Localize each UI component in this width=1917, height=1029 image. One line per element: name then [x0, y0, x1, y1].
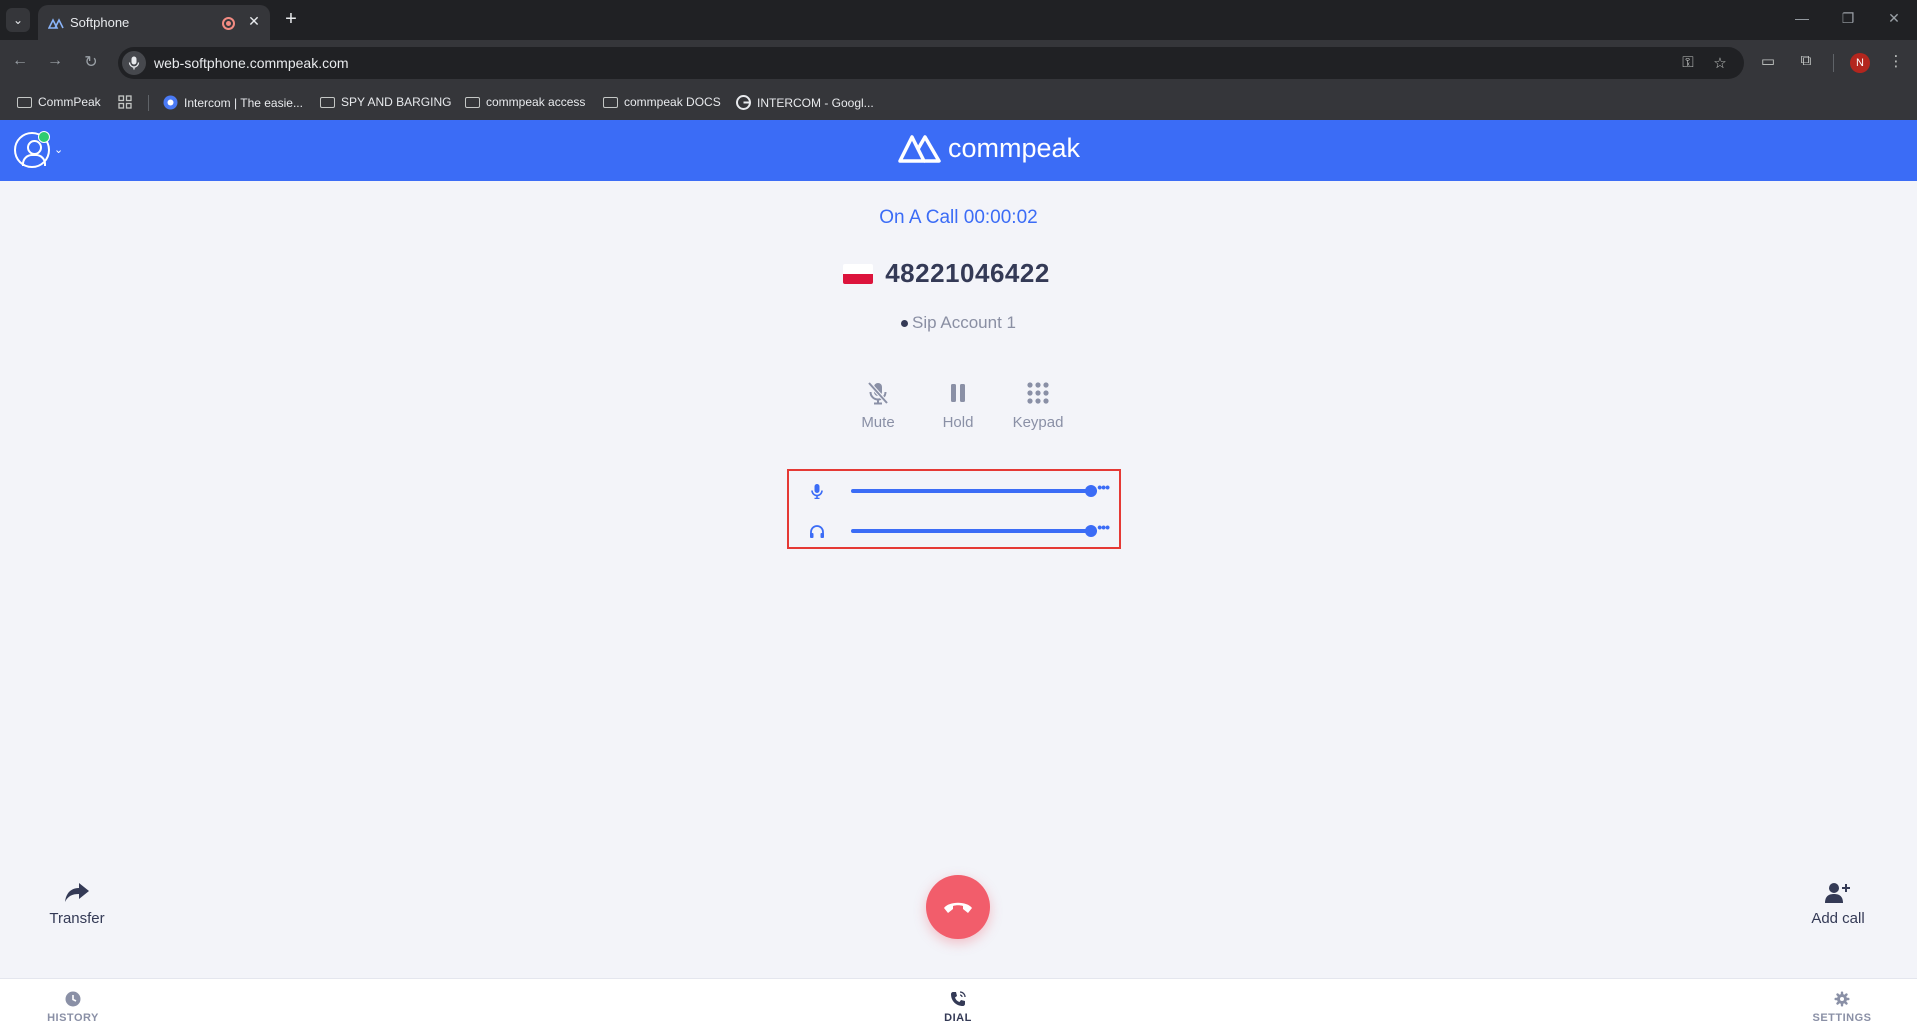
bookmark-intercom-google[interactable]: INTERCOM - Googl...	[736, 95, 874, 110]
bookmark-intercom[interactable]: Intercom | The easie...	[163, 95, 303, 110]
add-call-label: Add call	[1811, 910, 1865, 927]
add-user-icon	[1825, 883, 1850, 903]
settings-label: SETTINGS	[1812, 1012, 1872, 1024]
account-dot-icon	[901, 320, 909, 328]
tab-list-chevron-icon[interactable]: ⌄	[6, 8, 30, 32]
bookmark-commpeak[interactable]: CommPeak	[17, 95, 101, 109]
app-header: ⌄ commpeak	[0, 120, 1917, 181]
bookmark-commpeak-access[interactable]: commpeak access	[465, 95, 585, 109]
password-key-icon[interactable]: ⚿	[1678, 54, 1698, 71]
keypad-label: Keypad	[1012, 414, 1064, 431]
nav-history[interactable]: HISTORY	[23, 990, 123, 1024]
hold-button[interactable]: Hold	[918, 378, 998, 431]
profile-avatar[interactable]: N	[1850, 53, 1870, 73]
intercom-icon	[163, 95, 178, 110]
transfer-label: Transfer	[49, 910, 105, 927]
hold-label: Hold	[942, 414, 974, 431]
bookmark-star-icon[interactable]: ☆	[1710, 54, 1730, 72]
microphone-icon	[811, 484, 823, 499]
microphone-off-icon	[867, 381, 889, 405]
nav-dial[interactable]: DIAL	[908, 990, 1008, 1024]
folder-icon	[465, 96, 480, 108]
reload-icon[interactable]: ↻	[80, 52, 102, 72]
commpeak-logo-icon	[898, 135, 941, 163]
add-call-button[interactable]: Add call	[1793, 880, 1883, 927]
cast-icon[interactable]: ▭	[1757, 52, 1779, 70]
apps-grid-icon[interactable]	[118, 95, 132, 109]
folder-icon	[320, 96, 335, 108]
transfer-button[interactable]: Transfer	[32, 880, 122, 927]
url-text[interactable]: web-softphone.commpeak.com	[154, 55, 349, 71]
call-status-timer: On A Call 00:00:02	[879, 207, 1038, 228]
browser-menu-icon[interactable]: ⋮	[1885, 52, 1907, 70]
tab-close-icon[interactable]: ✕	[245, 13, 263, 30]
chevron-down-icon[interactable]: ⌄	[54, 143, 63, 156]
speaker-volume-row: •••	[809, 519, 1110, 541]
commpeak-logo: commpeak	[898, 132, 1080, 164]
hangup-button[interactable]	[926, 875, 990, 939]
headphones-icon	[810, 525, 824, 538]
minimize-icon[interactable]: —	[1792, 10, 1812, 26]
speaker-volume-slider[interactable]	[851, 525, 1097, 537]
folder-icon	[17, 96, 32, 108]
volume-controls-panel: ••• •••	[787, 469, 1121, 549]
restore-icon[interactable]: ❐	[1838, 10, 1858, 27]
pause-icon	[951, 384, 965, 402]
bookmark-spy-and-barging[interactable]: SPY AND BARGING	[320, 95, 451, 109]
browser-toolbar: ← → ↻ web-softphone.commpeak.com ⚿ ☆	[0, 40, 1917, 86]
transfer-arrow-icon	[65, 883, 89, 902]
browser-tabbar: ⌄ Softphone ✕ + — ❐ ✕	[0, 0, 1917, 40]
speaker-more-options-icon[interactable]: •••	[1097, 519, 1110, 535]
browser-tab-softphone[interactable]: Softphone ✕	[38, 5, 270, 40]
caller-number-row: 48221046422	[0, 258, 1905, 289]
recording-indicator-icon	[222, 17, 235, 30]
keypad-button[interactable]: Keypad	[998, 378, 1078, 431]
google-icon	[736, 95, 751, 110]
bookmarks-bar: CommPeak Intercom | The easie... SPY AND…	[0, 86, 1917, 120]
address-bar[interactable]: web-softphone.commpeak.com ⚿ ☆	[118, 47, 1744, 79]
forward-arrow-icon[interactable]: →	[44, 52, 66, 70]
new-tab-plus-icon[interactable]: +	[280, 8, 302, 30]
poland-flag-icon	[843, 263, 874, 284]
dial-label: DIAL	[944, 1012, 972, 1024]
mute-label: Mute	[861, 414, 895, 431]
caller-number: 48221046422	[885, 258, 1050, 288]
back-arrow-icon[interactable]: ←	[9, 52, 31, 70]
phone-hangup-icon	[944, 902, 972, 913]
bookmark-separator	[148, 95, 149, 111]
toolbar-divider	[1833, 54, 1834, 72]
extensions-puzzle-icon[interactable]: ⧉	[1795, 52, 1817, 69]
site-info-microphone-icon[interactable]	[122, 51, 146, 75]
microphone-volume-thumb[interactable]	[1085, 485, 1097, 497]
nav-settings[interactable]: SETTINGS	[1792, 990, 1892, 1024]
keypad-icon	[1027, 382, 1049, 404]
history-label: HISTORY	[47, 1012, 99, 1024]
bookmark-commpeak-docs[interactable]: commpeak DOCS	[603, 95, 721, 109]
commpeak-favicon-icon	[48, 18, 64, 29]
microphone-volume-row: •••	[809, 479, 1110, 501]
speaker-volume-thumb[interactable]	[1085, 525, 1097, 537]
mute-button[interactable]: Mute	[838, 378, 918, 431]
microphone-volume-slider[interactable]	[851, 485, 1097, 497]
close-window-icon[interactable]: ✕	[1884, 10, 1904, 27]
phone-dial-icon	[951, 991, 966, 1006]
tab-title: Softphone	[70, 15, 130, 30]
history-clock-icon	[65, 991, 81, 1007]
sip-account-label: Sip Account 1	[0, 313, 1917, 333]
online-status-badge	[38, 131, 50, 143]
bottom-navigation: HISTORY DIAL SETTINGS	[0, 978, 1917, 1029]
microphone-more-options-icon[interactable]: •••	[1097, 479, 1110, 495]
settings-gear-icon	[1834, 991, 1850, 1007]
folder-icon	[603, 96, 618, 108]
